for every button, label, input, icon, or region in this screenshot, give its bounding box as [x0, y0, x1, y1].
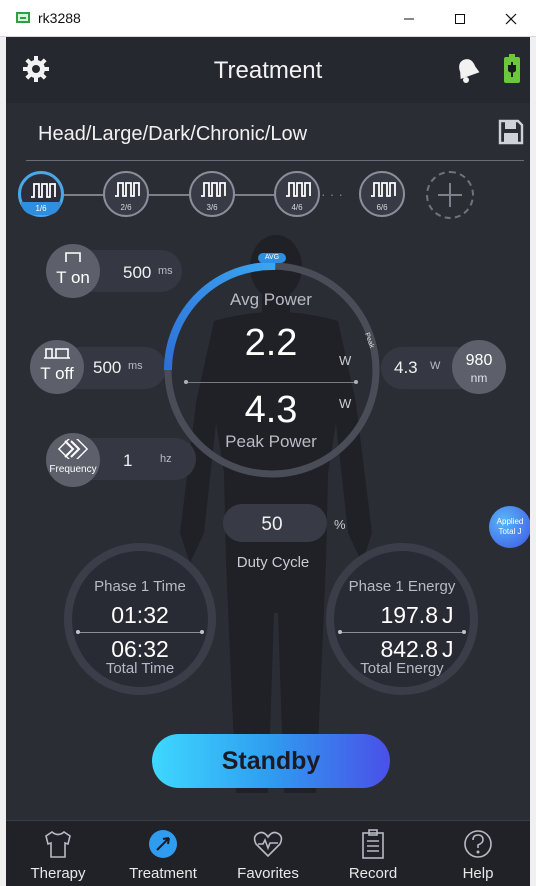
nav-record[interactable]: Record: [321, 821, 425, 886]
applied-total-button[interactable]: Applied Total J: [489, 506, 530, 548]
frequency-label: Frequency: [49, 464, 97, 475]
maximize-icon: [455, 13, 465, 24]
peak-side-value: 4.3: [394, 358, 418, 377]
applied-line-2: Total J: [498, 527, 522, 536]
clipboard-icon: [362, 829, 384, 859]
save-icon[interactable]: [498, 119, 524, 145]
frequency-icon: [57, 439, 89, 459]
window-titlebar: rk3288: [0, 0, 536, 37]
pulse-wave-icon: [115, 182, 140, 197]
close-button[interactable]: [488, 0, 534, 37]
phase-button-4[interactable]: 4/6: [274, 171, 320, 217]
gauge-divider: [184, 380, 358, 384]
nav-record-label: Record: [348, 865, 398, 882]
phase-number: 6/6: [376, 203, 388, 212]
nav-help[interactable]: Help: [426, 821, 530, 886]
help-icon: [464, 830, 492, 858]
avg-power-label: Avg Power: [230, 290, 312, 309]
wavelength-value: 980: [465, 352, 493, 369]
frequency-button[interactable]: Frequency: [46, 433, 100, 487]
standby-button[interactable]: Standby: [152, 734, 390, 788]
t-off-button[interactable]: T off: [30, 340, 84, 394]
peak-power-value: 4.3: [244, 389, 298, 431]
avg-power-value: 2.2: [244, 322, 298, 364]
nav-help-label: Help: [462, 865, 494, 882]
pulse-wave-icon: [201, 182, 226, 197]
wavelength-button[interactable]: 980 nm: [452, 340, 506, 394]
peak-side-unit: W: [430, 360, 441, 372]
avg-power-unit: W: [339, 353, 352, 368]
t-off-value: 500: [93, 358, 122, 377]
total-time-value: 06:32: [111, 636, 169, 662]
frequency-value: 1: [123, 451, 133, 470]
nav-treatment[interactable]: Treatment: [111, 821, 215, 886]
total-energy-unit: J: [442, 636, 454, 662]
energy-divider: [338, 630, 466, 634]
phase-button-3[interactable]: 3/6: [189, 171, 235, 217]
treatment-icon: [149, 830, 177, 858]
total-energy-label: Total Energy: [360, 660, 444, 677]
t-on-label: T on: [56, 268, 90, 287]
duty-cycle-label: Duty Cycle: [236, 554, 310, 571]
phase-energy-value: 197.8: [380, 602, 438, 628]
phase-number: 4/6: [291, 203, 303, 212]
phase-number: 2/6: [120, 203, 132, 212]
phase-time-value: 01:32: [111, 602, 169, 628]
heart-pulse-icon: [253, 831, 283, 858]
bell-icon[interactable]: [453, 55, 483, 85]
nav-therapy[interactable]: Therapy: [6, 821, 110, 886]
phase-connector: [46, 194, 306, 196]
app-icon: [16, 12, 30, 23]
phase-time-label: Phase 1 Time: [94, 578, 186, 595]
top-bar: Treatment: [6, 37, 530, 103]
peak-power-label: Peak Power: [225, 432, 317, 451]
applied-line-1: Applied: [496, 517, 524, 526]
total-time-label: Total Time: [105, 660, 175, 677]
t-on-button[interactable]: T on: [46, 244, 100, 298]
pulse-off-icon: [44, 348, 70, 359]
nav-favorites[interactable]: Favorites: [216, 821, 320, 886]
screen-title: Treatment: [213, 57, 323, 84]
avg-tag: AVG: [258, 253, 286, 263]
peak-power-unit: W: [339, 396, 352, 411]
phase-button-1[interactable]: 1/6: [18, 171, 64, 217]
phase-energy-unit: J: [442, 602, 454, 628]
pulse-wave-icon: [31, 183, 56, 198]
wavelength-unit: nm: [470, 371, 488, 385]
pulse-on-icon: [65, 252, 81, 262]
time-divider: [76, 630, 204, 634]
app-window: rk3288 Treatment Head/Large/Dark/Chronic…: [0, 0, 536, 886]
t-off-label: T off: [40, 364, 74, 383]
app-content: Treatment Head/Large/Dark/Chronic/Low ··…: [6, 37, 530, 886]
window-title: rk3288: [38, 10, 81, 26]
phase-button-2[interactable]: 2/6: [103, 171, 149, 217]
phase-number: 3/6: [206, 203, 218, 212]
nav-therapy-label: Therapy: [30, 865, 86, 882]
power-gauge[interactable]: [154, 252, 390, 488]
nav-favorites-label: Favorites: [237, 865, 299, 882]
t-on-value: 500: [123, 263, 152, 282]
t-off-unit: ms: [128, 360, 143, 372]
battery-charging-icon: [504, 54, 520, 83]
pulse-wave-icon: [286, 182, 311, 197]
shirt-icon: [45, 831, 71, 858]
duty-cycle-value: 50: [261, 514, 283, 535]
phase-button-5[interactable]: 6/6: [359, 171, 405, 217]
duty-cycle-unit: %: [334, 517, 346, 532]
close-icon: [505, 13, 517, 24]
total-energy-value: 842.8: [380, 636, 438, 662]
minimize-icon: [404, 18, 414, 19]
maximize-button[interactable]: [437, 0, 483, 37]
preset-path: Head/Large/Dark/Chronic/Low: [38, 123, 308, 145]
phase-ellipsis: ···: [321, 186, 347, 202]
nav-treatment-label: Treatment: [129, 865, 197, 882]
minimize-button[interactable]: [386, 0, 432, 37]
phase-energy-label: Phase 1 Energy: [348, 578, 456, 595]
add-phase-button[interactable]: [426, 171, 474, 219]
pulse-wave-icon: [371, 182, 396, 197]
preset-bar: Head/Large/Dark/Chronic/Low: [26, 105, 524, 161]
bottom-nav: Therapy Treatment Favorites Record Help: [6, 820, 530, 886]
